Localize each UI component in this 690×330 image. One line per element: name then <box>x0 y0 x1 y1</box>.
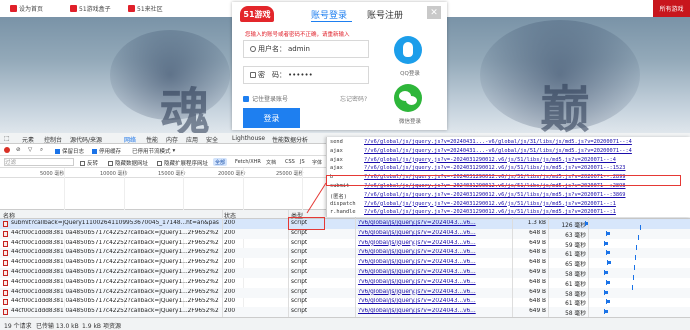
annotation-box-script-type <box>288 217 325 230</box>
annotation-box-submit-frame <box>326 175 681 186</box>
annotation-overlay <box>306 182 327 214</box>
annotation-arrow <box>306 182 327 214</box>
